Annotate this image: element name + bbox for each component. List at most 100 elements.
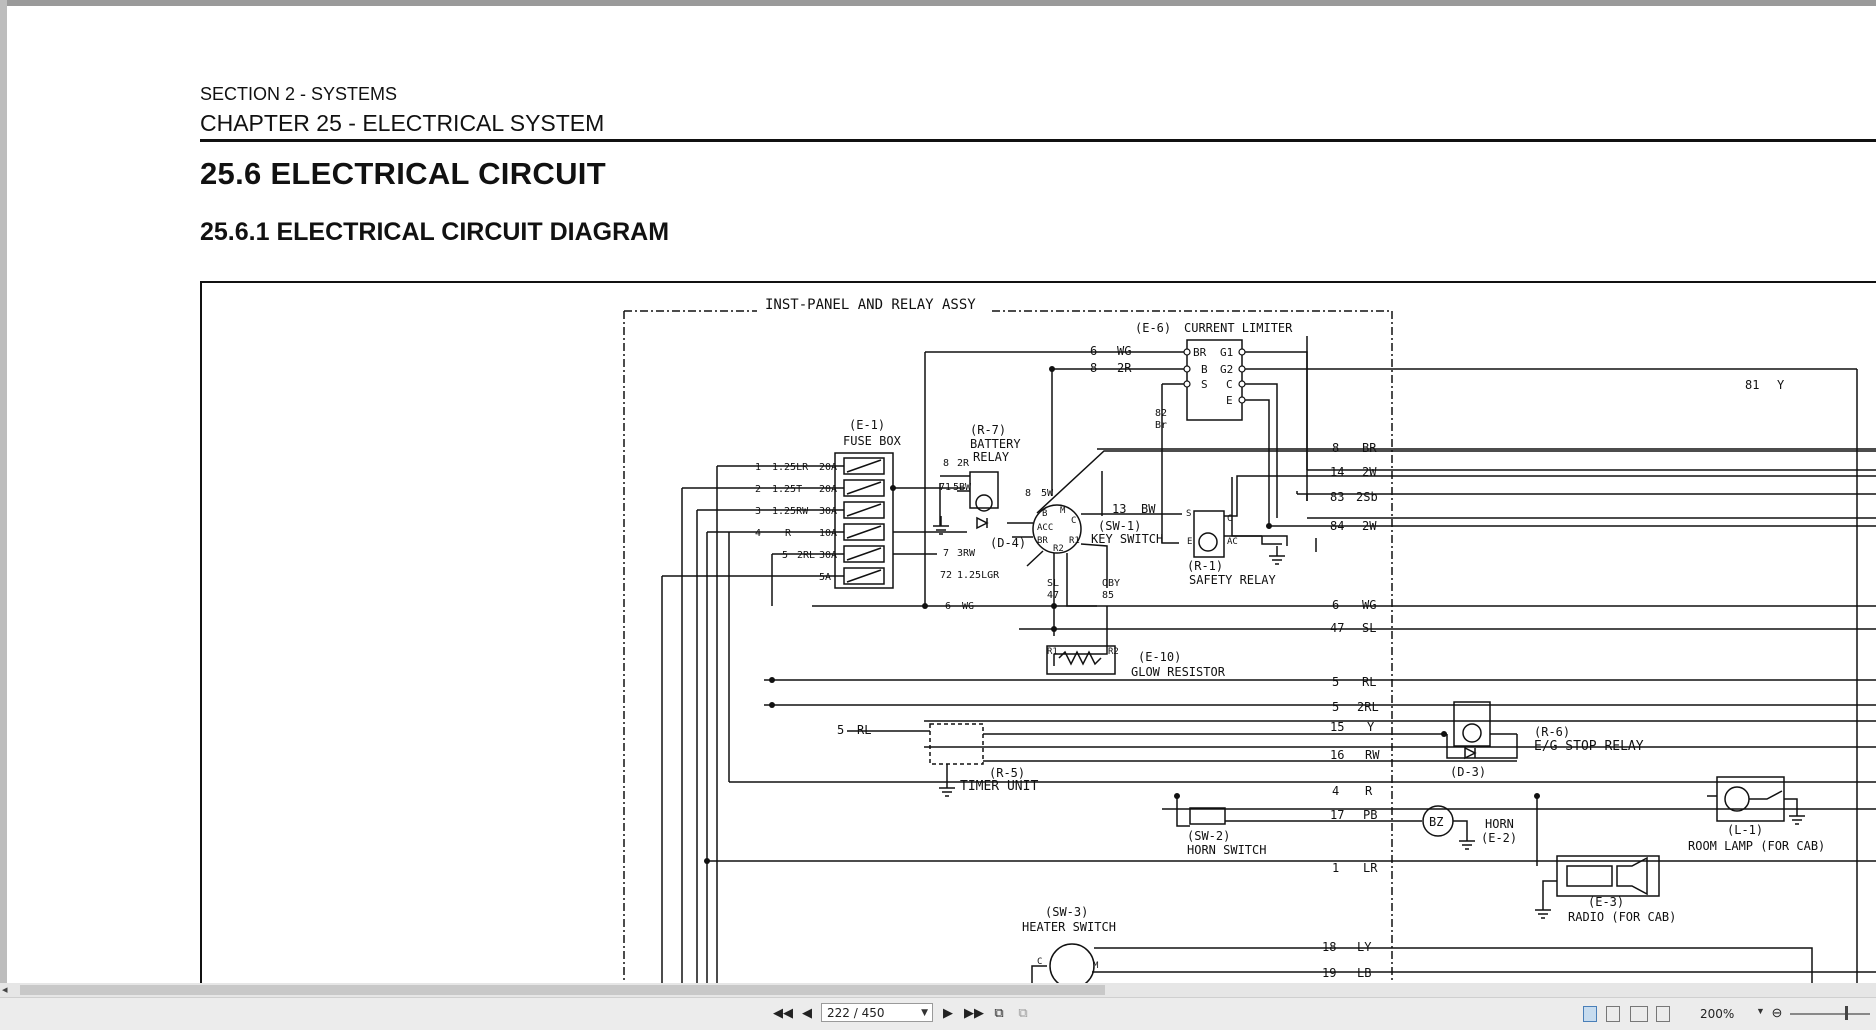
sw3-pin-c: C (1037, 957, 1042, 967)
sw2-name: HORN SWITCH (1187, 843, 1266, 857)
e1-id: (E-1) (849, 418, 885, 432)
key-pin-r2: R2 (1053, 544, 1064, 554)
right-wire-color-10: RW (1365, 748, 1380, 762)
last-page-icon[interactable]: ▶▶ (964, 1004, 984, 1022)
left-gutter (0, 0, 7, 1029)
horizontal-scrollbar[interactable]: ◂ (0, 983, 1876, 997)
misc-wire-num-2: 71 (939, 482, 951, 493)
right-wire-num-12: 17 (1330, 808, 1344, 822)
l1-name: ROOM LAMP (FOR CAB) (1688, 839, 1825, 853)
right-wire-num-8: 5 (1332, 700, 1339, 714)
first-page-icon[interactable]: ◀◀ (773, 1004, 793, 1022)
sw3-name: HEATER SWITCH (1022, 920, 1116, 934)
misc-wire-color-1: 2R (957, 458, 970, 469)
zoom-dropdown-icon[interactable]: ▼ (1756, 1006, 1765, 1016)
misc-wire-color-6: 1.25LGR (957, 570, 1000, 581)
relay-pin-e: E (1187, 537, 1192, 547)
key-pin-b: B (1042, 509, 1047, 519)
zoom-slider[interactable] (1790, 1013, 1870, 1015)
right-wire-color-14: LY (1357, 940, 1372, 954)
fuse-amp-3: 30A (819, 506, 837, 517)
right-wire-color-9: Y (1367, 720, 1375, 734)
relay-pin-ac: AC (1227, 537, 1238, 547)
limiter-pin-b: B (1201, 363, 1208, 376)
d4-label: (D-4) (990, 536, 1026, 550)
misc-wire-num-9: 85 (1102, 590, 1114, 601)
zoom-out-icon[interactable]: ⊖ (1768, 1004, 1786, 1022)
misc-wire-num-10: 5 (837, 723, 844, 737)
misc-wire-num-3: 8 (1025, 488, 1031, 499)
e6-id: (E-6) (1135, 321, 1171, 335)
fuse-amp-6: 5A (819, 572, 831, 583)
sw2-id: (SW-2) (1187, 829, 1230, 843)
sw3-pin-m: M (1093, 961, 1099, 971)
fuse-amp-5: 30A (819, 550, 837, 561)
page-number-field[interactable]: 222 / 450 ▼ (821, 1003, 933, 1022)
previous-page-icon[interactable]: ◀ (798, 1004, 816, 1022)
right-wire-color-13: LR (1363, 861, 1378, 875)
right-wire-num-13: 1 (1332, 861, 1339, 875)
limiter-pin-s: S (1201, 378, 1208, 391)
buzzer-label: BZ (1429, 815, 1443, 829)
right-wire-color-4: 2W (1362, 519, 1377, 533)
misc-wire-num-6: 72 (940, 570, 952, 581)
sw1-id: (SW-1) (1098, 519, 1141, 533)
resistor-pin-r1: R1 (1047, 647, 1058, 657)
fuse-num-2: 2 (755, 484, 761, 495)
misc-wire-color-3: 5W (1041, 488, 1054, 499)
right-wire-num-11: 4 (1332, 784, 1339, 798)
continuous-view-icon[interactable] (1606, 1006, 1620, 1022)
e2-id: (E-2) (1481, 831, 1517, 845)
misc-wire-color-7: WG (962, 601, 974, 612)
fuse-wire-1: 1.25LR (772, 462, 809, 473)
fuse-num-4: 4 (755, 528, 761, 539)
right-wire-num-3: 83 (1330, 490, 1344, 504)
right-wire-num-14: 18 (1322, 940, 1336, 954)
limiter-pin-c: C (1226, 378, 1233, 391)
relay-pin-s: S (1186, 509, 1191, 519)
top-wire-num-1: 6 (1090, 344, 1097, 358)
single-page-view-icon[interactable] (1583, 1006, 1597, 1022)
r7-id: (R-7) (970, 423, 1006, 437)
top-wire-num-4: 82 (1155, 408, 1167, 419)
next-page-icon[interactable]: ▶ (939, 1004, 957, 1022)
key-pin-m: M (1060, 506, 1066, 516)
scroll-left-icon[interactable]: ◂ (2, 983, 8, 996)
scrollbar-thumb[interactable] (20, 985, 1105, 995)
inst-panel-label: INST-PANEL AND RELAY ASSY (765, 297, 976, 313)
r6-name: E/G STOP RELAY (1534, 739, 1644, 754)
right-wire-num-4: 84 (1330, 519, 1344, 533)
fuse-wire-5: 2RL (797, 550, 815, 561)
zoom-level[interactable]: 200% (1700, 1007, 1734, 1021)
top-wire-color-4: Br (1155, 420, 1167, 431)
right-wire-color-11: R (1365, 784, 1373, 798)
facing-view-icon[interactable] (1630, 1006, 1648, 1022)
zoom-slider-handle[interactable] (1845, 1006, 1848, 1020)
fuse-amp-1: 20A (819, 462, 837, 473)
copy-icon[interactable]: ⧉ (990, 1004, 1008, 1022)
limiter-pin-g1: G1 (1220, 346, 1233, 359)
r6-id: (R-6) (1534, 725, 1570, 739)
right-wire-color-12: PB (1363, 808, 1377, 822)
viewer-toolbar: ◀◀ ◀ 222 / 450 ▼ ▶ ▶▶ ⧉ ⧉ 200% ▼ ⊖ (0, 997, 1876, 1030)
fuse-wire-2: 1.25T (772, 484, 802, 495)
misc-wire-num-7: 6 (945, 601, 951, 612)
paste-icon[interactable]: ⧉ (1014, 1004, 1032, 1022)
circuit-diagram: INST-PANEL AND RELAY ASSY (E-6) CURRENT … (623, 297, 1876, 983)
document-page: SECTION 2 - SYSTEMS CHAPTER 25 - ELECTRI… (7, 6, 1876, 983)
right-wire-color-8: 2RL (1357, 700, 1379, 714)
misc-wire-num-1: 8 (943, 458, 949, 469)
fuse-labels: 1 1.25LR 20A 2 1.25T 20A 3 1.25RW 30A 4 … (755, 462, 837, 583)
right-wire-num-10: 16 (1330, 748, 1344, 762)
heater-switch-symbol (1049, 943, 1095, 983)
misc-wire-num-8: 47 (1047, 590, 1059, 601)
horn-name: HORN (1485, 817, 1514, 831)
page-dropdown-icon[interactable]: ▼ (921, 1004, 928, 1023)
right-wire-num-9: 15 (1330, 720, 1344, 734)
r7-name-2: RELAY (973, 450, 1010, 464)
continuous-facing-view-icon[interactable] (1656, 1006, 1670, 1022)
limiter-pin-e: E (1226, 394, 1233, 407)
top-wire-color-1: WG (1117, 344, 1131, 358)
key-pin-c: C (1071, 516, 1076, 526)
top-wire-num-3: 81 (1745, 378, 1759, 392)
